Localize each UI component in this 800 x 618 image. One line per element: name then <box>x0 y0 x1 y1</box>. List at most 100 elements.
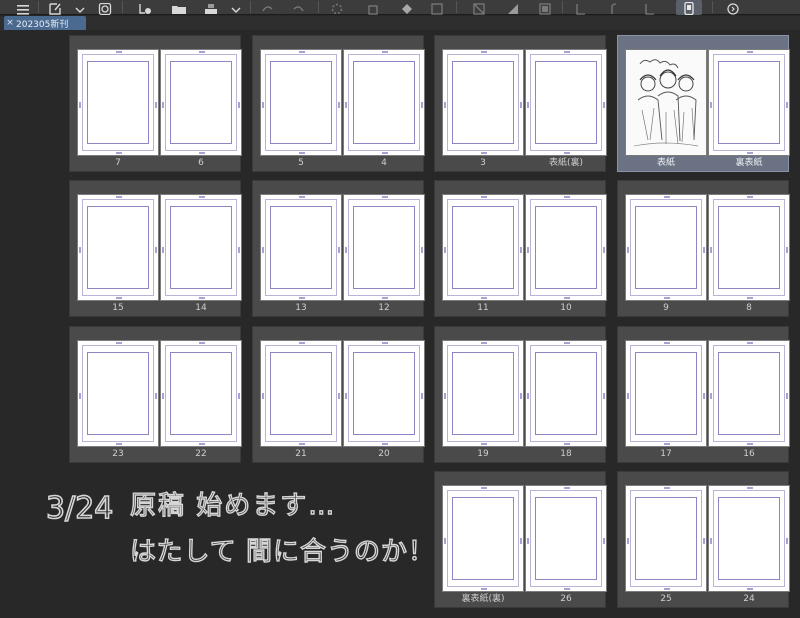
toolbar <box>0 0 800 15</box>
page-thumbnail[interactable] <box>260 340 342 447</box>
page-thumbnail[interactable] <box>260 194 342 301</box>
page-label: 5 <box>298 158 304 168</box>
save-icon[interactable] <box>202 0 220 15</box>
page-thumbnail[interactable] <box>708 49 790 156</box>
page-thumbnail[interactable] <box>525 485 607 592</box>
page-thumbnail[interactable] <box>442 340 524 447</box>
page-thumbnail[interactable] <box>625 485 707 592</box>
note-line-1: 原稿 始めます… <box>130 491 336 521</box>
page-thumbnail[interactable] <box>708 194 790 301</box>
copy-icon[interactable] <box>364 0 382 15</box>
page-label: 表紙(裏) <box>548 158 584 168</box>
page-label: 24 <box>743 594 755 604</box>
mask-icon[interactable] <box>504 0 522 15</box>
page-label: 3 <box>480 158 486 168</box>
close-tab-icon[interactable]: × <box>4 18 16 28</box>
page-spread[interactable]: 76 <box>69 35 242 172</box>
add-page-icon[interactable] <box>136 0 154 15</box>
print-icon[interactable] <box>536 0 554 15</box>
menu-icon[interactable] <box>14 0 32 15</box>
page-spread[interactable]: 13 12 <box>252 180 425 317</box>
page-thumbnail[interactable] <box>77 194 159 301</box>
layer-icon[interactable] <box>96 0 114 15</box>
page-thumbnail[interactable] <box>708 340 790 447</box>
page-label: 14 <box>195 303 207 313</box>
page-spread[interactable]: 裏表紙(裏) 26 <box>434 471 607 608</box>
pen-icon[interactable] <box>572 0 590 15</box>
page-label: 16 <box>743 449 755 459</box>
page-thumbnail[interactable] <box>442 485 524 592</box>
dropdown-icon[interactable] <box>228 0 244 15</box>
page-thumbnail[interactable] <box>343 194 425 301</box>
clear-icon[interactable] <box>470 0 488 15</box>
page-label: 表紙 <box>656 158 675 168</box>
new-file-icon[interactable] <box>46 0 64 15</box>
page-thumbnail[interactable] <box>625 340 707 447</box>
note-line-2: はたして 間に合うのか！？ <box>130 537 434 567</box>
page-thumbnail[interactable] <box>625 49 707 156</box>
loading-icon[interactable] <box>328 0 346 15</box>
page-spread[interactable]: 54 <box>252 35 425 172</box>
rotate-icon[interactable] <box>606 0 624 15</box>
page-spread[interactable]: 11 10 <box>434 180 607 317</box>
page-thumbnail[interactable] <box>260 49 342 156</box>
handwritten-note: 3/24 原稿 始めます… はたして 間に合うのか！？ <box>45 490 434 568</box>
page-label: 15 <box>112 303 124 313</box>
page-thumbnail[interactable] <box>525 340 607 447</box>
page-thumbnail[interactable] <box>525 194 607 301</box>
document-tab[interactable]: × 202305新刊 <box>4 16 86 30</box>
transform-icon[interactable] <box>428 0 446 15</box>
cover-sketch-image <box>626 50 706 155</box>
page-label: 23 <box>112 449 124 459</box>
page-thumbnail[interactable] <box>343 49 425 156</box>
page-thumbnail[interactable] <box>625 194 707 301</box>
page-label: 10 <box>560 303 572 313</box>
open-folder-icon[interactable] <box>170 0 188 15</box>
dropdown-icon[interactable] <box>72 0 88 15</box>
page-label: 7 <box>115 158 121 168</box>
page-label: 12 <box>378 303 390 313</box>
page-thumbnail[interactable] <box>708 485 790 592</box>
page-thumbnail[interactable] <box>160 194 242 301</box>
document-tab-title: 202305新刊 <box>16 19 69 30</box>
device-icon[interactable] <box>676 0 702 15</box>
page-label: 11 <box>477 303 489 313</box>
page-label: 18 <box>560 449 572 459</box>
page-thumbnail[interactable] <box>160 340 242 447</box>
page-label: 19 <box>477 449 489 459</box>
page-label: 8 <box>746 303 752 313</box>
rotate-right-icon[interactable] <box>640 0 658 15</box>
page-label: 9 <box>663 303 669 313</box>
page-spread[interactable]: 表紙 裏表紙 <box>617 35 790 172</box>
fill-icon[interactable] <box>398 0 416 15</box>
page-label: 裏表紙(裏) <box>461 594 505 604</box>
page-label: 4 <box>381 158 387 168</box>
page-label: 25 <box>660 594 672 604</box>
page-thumbnail[interactable] <box>77 49 159 156</box>
page-spread[interactable]: 23 22 <box>69 326 242 463</box>
page-label: 17 <box>660 449 672 459</box>
undo-icon[interactable] <box>258 0 276 15</box>
note-date: 3/24 <box>46 491 113 526</box>
page-spread[interactable]: 98 <box>617 180 790 317</box>
page-spread[interactable]: 17 16 <box>617 326 790 463</box>
page-label: 20 <box>378 449 390 459</box>
page-spread[interactable]: 21 20 <box>252 326 425 463</box>
page-label: 13 <box>295 303 307 313</box>
redo-icon[interactable] <box>290 0 308 15</box>
page-thumbnail[interactable] <box>77 340 159 447</box>
document-tab-strip: × 202305新刊 <box>0 16 800 30</box>
chat-icon[interactable] <box>724 0 742 15</box>
page-label: 21 <box>295 449 307 459</box>
page-spread[interactable]: 15 14 <box>69 180 242 317</box>
page-spread[interactable]: 19 18 <box>434 326 607 463</box>
page-label: 26 <box>560 594 572 604</box>
page-thumbnail[interactable] <box>442 194 524 301</box>
page-thumbnail[interactable] <box>525 49 607 156</box>
page-thumbnail[interactable] <box>442 49 524 156</box>
page-spread[interactable]: 3 表紙(裏) <box>434 35 607 172</box>
page-label: 裏表紙 <box>735 158 763 168</box>
page-thumbnail[interactable] <box>160 49 242 156</box>
page-thumbnail[interactable] <box>343 340 425 447</box>
page-spread[interactable]: 25 24 <box>617 471 790 608</box>
